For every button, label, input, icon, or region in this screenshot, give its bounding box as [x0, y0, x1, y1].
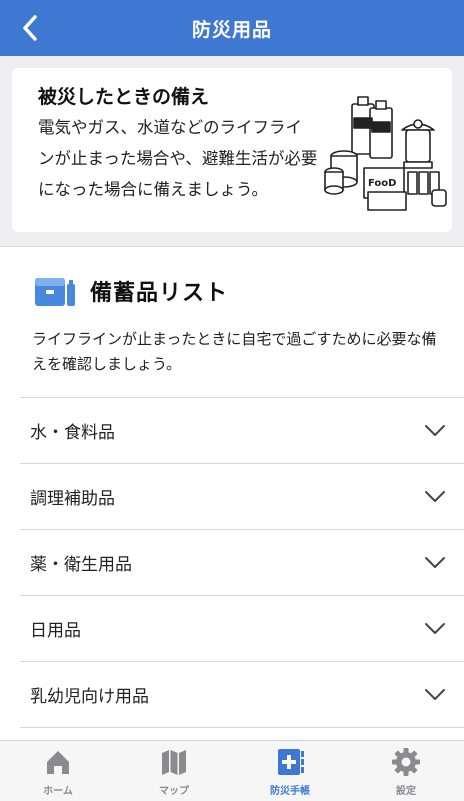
- category-list: 水・食料品 調理補助品 薬・衛生用品 日用品 乳幼児向け用品: [20, 397, 464, 728]
- category-item[interactable]: 薬・衛生用品: [20, 529, 464, 595]
- tab-label: 設定: [396, 786, 416, 797]
- handbook-icon: [278, 749, 304, 775]
- category-item[interactable]: 日用品: [20, 595, 464, 661]
- supply-box-icon: [35, 278, 75, 306]
- tab-label: ホーム: [43, 786, 73, 797]
- category-label: 調理補助品: [30, 489, 115, 509]
- tab-label: 防災手帳: [270, 786, 310, 797]
- emergency-supplies-illustration: FooD: [324, 96, 447, 211]
- gear-icon: [392, 748, 420, 776]
- chevron-down-icon: [425, 556, 445, 568]
- supplies-header: 備蓄品リスト: [34, 273, 228, 309]
- category-label: 水・食料品: [30, 423, 115, 443]
- illustration-food-label: FooD: [368, 178, 396, 189]
- chevron-left-icon: [23, 15, 37, 41]
- category-item[interactable]: 調理補助品: [20, 463, 464, 529]
- app-header: 防災用品: [0, 0, 464, 56]
- supplies-panel: 備蓄品リスト ライフラインが止まったときに自宅で過ごすために必要な備えを確認しま…: [0, 246, 464, 741]
- intro-card: 被災したときの備え 電気やガス、水道などのライフラインが止まった場合や、避難生活…: [12, 68, 452, 232]
- tab-settings[interactable]: 設定: [348, 741, 464, 801]
- back-button[interactable]: [8, 6, 52, 50]
- tab-handbook[interactable]: 防災手帳: [232, 741, 348, 801]
- chevron-down-icon: [425, 490, 445, 502]
- supplies-title: 備蓄品リスト: [90, 281, 229, 306]
- tab-label: マップ: [159, 786, 189, 797]
- chevron-down-icon: [425, 688, 445, 700]
- chevron-down-icon: [425, 622, 445, 634]
- tab-home[interactable]: ホーム: [0, 741, 116, 801]
- intro-title: 被災したときの備え: [38, 86, 210, 108]
- home-icon: [47, 751, 69, 774]
- category-item[interactable]: 乳幼児向け用品: [20, 661, 464, 728]
- supplies-description: ライフラインが止まったときに自宅で過ごすために必要な備えを確認しましょう。: [32, 330, 437, 373]
- category-label: 日用品: [30, 621, 81, 641]
- chevron-down-icon: [425, 424, 445, 436]
- tab-map[interactable]: マップ: [116, 741, 232, 801]
- page-title: 防災用品: [191, 18, 272, 41]
- category-item[interactable]: 水・食料品: [20, 397, 464, 463]
- intro-text: 電気やガス、水道などのライフラインが止まった場合や、避難生活が必要になった場合に…: [38, 118, 318, 199]
- bottom-tab-bar: ホーム マップ 防災手帳 設定: [0, 740, 464, 801]
- category-label: 乳幼児向け用品: [30, 687, 149, 707]
- category-label: 薬・衛生用品: [30, 555, 132, 575]
- map-icon: [162, 750, 186, 775]
